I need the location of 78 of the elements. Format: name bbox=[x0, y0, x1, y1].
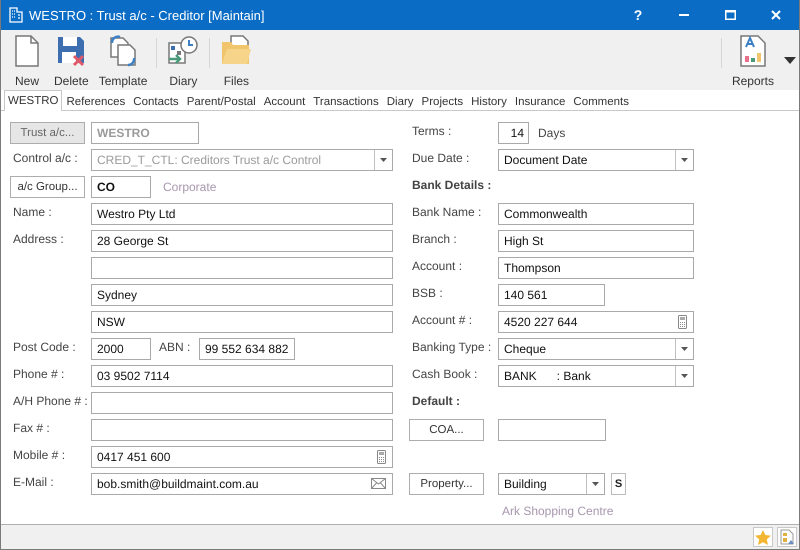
text-field[interactable] bbox=[91, 392, 393, 414]
text-field[interactable]: 99 552 634 882 bbox=[199, 338, 295, 360]
building-document-icon bbox=[780, 529, 794, 545]
section-heading: Default : bbox=[411, 393, 461, 408]
window-title: WESTRO : Trust a/c - Creditor [Maintain] bbox=[29, 8, 266, 22]
field-label: Address : bbox=[12, 231, 65, 246]
lookup-button[interactable]: COA... bbox=[409, 418, 484, 440]
minimize-icon bbox=[679, 14, 689, 16]
toolbar-button[interactable]: Diary bbox=[161, 30, 206, 90]
dropdown-field[interactable]: Document Date bbox=[498, 148, 694, 170]
caret-icon bbox=[592, 482, 599, 486]
caret-icon bbox=[681, 158, 688, 162]
field-label: Cash Book : bbox=[411, 366, 478, 381]
section-heading: Bank Details : bbox=[411, 177, 492, 192]
toolbar-button[interactable]: Reports bbox=[726, 30, 780, 90]
help-button[interactable]: ? bbox=[615, 0, 661, 30]
caret-icon bbox=[681, 346, 688, 350]
text-field[interactable]: Sydney bbox=[91, 284, 393, 306]
dropdown-field[interactable]: BANK : Bank bbox=[498, 364, 694, 386]
dropdown-field[interactable]: Building bbox=[498, 472, 605, 494]
caret-icon bbox=[380, 158, 387, 162]
calculator-icon bbox=[377, 450, 386, 464]
caret-icon bbox=[681, 374, 688, 378]
description-text: Corporate bbox=[163, 180, 216, 194]
field-label: Post Code : bbox=[12, 339, 77, 354]
field-label: Mobile # : bbox=[12, 447, 66, 462]
field-label: Terms : bbox=[411, 123, 452, 138]
text-field[interactable]: Westro Pty Ltd bbox=[91, 202, 393, 224]
text-field[interactable]: 0417 451 600 bbox=[91, 446, 393, 468]
description-text: Ark Shopping Centre bbox=[502, 504, 614, 518]
text-field[interactable]: Commonwealth bbox=[498, 202, 694, 224]
text-field[interactable]: NSW bbox=[91, 310, 393, 332]
envelope-icon bbox=[371, 478, 386, 489]
field-label: Bank Name : bbox=[411, 204, 482, 219]
close-icon bbox=[771, 10, 781, 20]
text-field[interactable]: High St bbox=[498, 230, 694, 252]
field-label: Branch : bbox=[411, 231, 458, 246]
lookup-button[interactable]: a/c Group... bbox=[10, 176, 85, 198]
text-field[interactable]: bob.smith@buildmaint.com.au bbox=[91, 472, 393, 494]
text-field[interactable]: 28 George St bbox=[91, 230, 393, 252]
property-button[interactable]: Property... bbox=[409, 472, 484, 494]
field-label: Account # : bbox=[411, 312, 474, 327]
record-button[interactable] bbox=[777, 527, 797, 547]
code-field[interactable]: CO bbox=[91, 176, 151, 198]
text-field[interactable] bbox=[91, 418, 393, 440]
field-label: A/H Phone # : bbox=[12, 393, 89, 408]
toolbar-button[interactable]: Template bbox=[94, 30, 152, 90]
text-field[interactable] bbox=[91, 256, 393, 278]
field-label: Fax # : bbox=[12, 420, 51, 435]
dropdown-field[interactable]: Cheque bbox=[498, 338, 694, 360]
field-label: Due Date : bbox=[411, 150, 470, 165]
text-field[interactable]: Thompson bbox=[498, 256, 694, 278]
text-field[interactable]: 4520 227 644 bbox=[498, 310, 694, 332]
field-label: Name : bbox=[12, 204, 53, 219]
number-field[interactable]: 14 bbox=[498, 122, 529, 144]
calculator-icon bbox=[678, 314, 687, 328]
building-icon bbox=[9, 7, 23, 23]
star-icon bbox=[755, 530, 771, 544]
unit-label: Days bbox=[538, 126, 566, 140]
field-label: ABN : bbox=[158, 339, 192, 354]
code-field[interactable] bbox=[498, 418, 606, 440]
field-label: Control a/c : bbox=[12, 150, 79, 165]
field-label: Phone # : bbox=[12, 366, 66, 381]
text-field[interactable]: 2000 bbox=[91, 338, 151, 360]
tag-button[interactable]: S bbox=[611, 472, 626, 494]
field-label: BSB : bbox=[411, 285, 444, 300]
tab[interactable]: WESTRO bbox=[4, 90, 62, 111]
favourite-button[interactable] bbox=[753, 527, 773, 547]
dropdown-arrow-icon[interactable] bbox=[784, 56, 796, 64]
field-label: E-Mail : bbox=[12, 474, 55, 489]
text-field[interactable]: 03 9502 7114 bbox=[91, 364, 393, 386]
toolbar-button[interactable]: Files bbox=[214, 30, 258, 90]
toolbar-button[interactable]: New bbox=[5, 30, 49, 90]
maximize-icon bbox=[724, 10, 736, 20]
field-label: Banking Type : bbox=[411, 339, 492, 354]
field-label: Account : bbox=[411, 258, 464, 273]
text-field[interactable]: 140 561 bbox=[498, 284, 605, 306]
toolbar-button[interactable]: Delete bbox=[49, 30, 94, 90]
